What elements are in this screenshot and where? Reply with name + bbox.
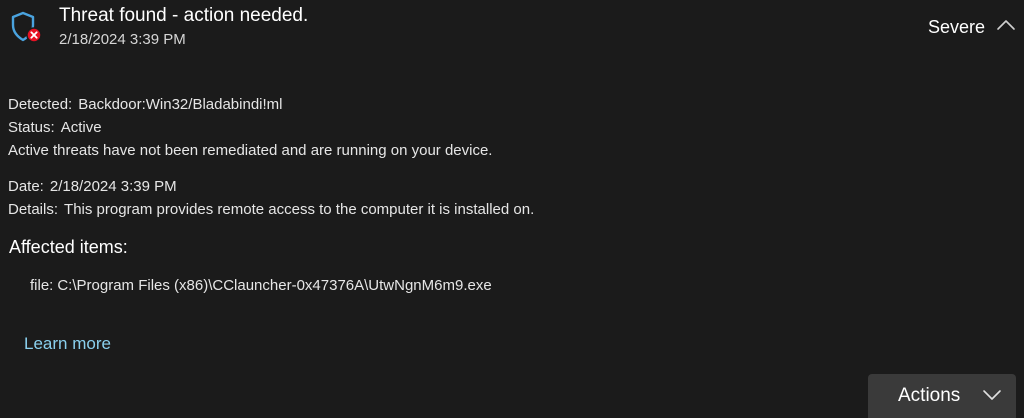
date-value: 2/18/2024 3:39 PM [49,178,177,195]
status-note: Active threats have not been remediated … [8,142,493,159]
affected-item-path: C:\Program Files (x86)\CClauncher-0x4737… [57,277,492,294]
detected-value: Backdoor:Win32/Bladabindi!ml [78,96,283,113]
detected-row: Detected: Backdoor:Win32/Bladabindi!ml [8,95,283,115]
date-label: Date: [8,178,44,195]
threat-card-header: Threat found - action needed. 2/18/2024 … [0,0,1024,60]
actions-button[interactable]: Actions [868,374,1016,418]
actions-label: Actions [898,385,961,406]
affected-item-type: file: [30,277,54,294]
status-value: Active [60,119,102,136]
threat-timestamp: 2/18/2024 3:39 PM [59,31,186,48]
collapse-toggle-button[interactable] [992,13,1020,41]
details-value: This program provides remote access to t… [64,201,535,218]
details-row: Details: This program provides remote acc… [8,200,534,220]
threat-title: Threat found - action needed. [59,5,309,26]
status-row: Status: Active [8,118,102,138]
details-label: Details: [8,201,59,218]
detected-label: Detected: [8,96,73,113]
severity-label: Severe [928,17,986,37]
status-label: Status: [8,119,55,136]
affected-items-heading: Affected items: [9,237,128,257]
shield-error-icon [8,10,42,44]
date-row: Date: 2/18/2024 3:39 PM [8,177,177,197]
chevron-down-icon [982,387,1002,403]
affected-item: file: C:\Program Files (x86)\CClauncher-0… [30,276,492,296]
chevron-up-icon [996,18,1016,37]
threat-card: Threat found - action needed. 2/18/2024 … [0,0,1024,418]
learn-more-link[interactable]: Learn more [24,333,111,355]
